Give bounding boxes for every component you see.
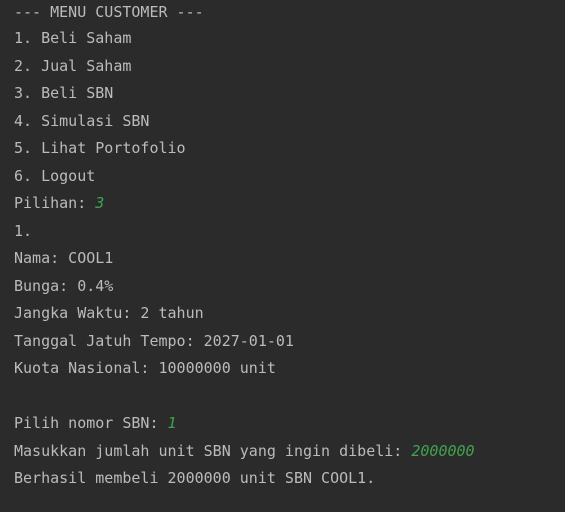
sbn-quota: Kuota Nasional: 10000000 unit	[14, 359, 276, 377]
menu-item-jual-saham: 2. Jual Saham	[14, 56, 132, 75]
units-line: Masukkan jumlah unit SBN yang ingin dibe…	[14, 438, 565, 466]
sbn-select-line: Pilih nomor SBN: 1	[14, 410, 565, 438]
menu-header: --- MENU CUSTOMER ---	[14, 3, 204, 21]
choice-prompt: Pilihan:	[14, 194, 96, 212]
sbn-name: Nama: COOL1	[14, 249, 114, 267]
sbn-term: Jangka Waktu: 2 tahun	[14, 304, 204, 322]
console-output[interactable]: --- MENU CUSTOMER --- 1. Beli Saham 2. J…	[0, 0, 565, 512]
sbn-select-input-value: 1	[167, 414, 177, 432]
sbn-select-prompt: Pilih nomor SBN:	[14, 414, 168, 432]
menu-item-lihat-portofolio: 5. Lihat Portofolio	[14, 139, 186, 157]
menu-item-beli-saham: 1. Beli Saham	[14, 29, 132, 47]
choice-input-value: 3	[95, 194, 105, 212]
sbn-maturity: Tanggal Jatuh Tempo: 2027-01-01	[14, 331, 294, 350]
sbn-index: 1.	[14, 221, 33, 240]
menu-item-simulasi-sbn: 4. Simulasi SBN	[14, 111, 150, 130]
sbn-rate: Bunga: 0.4%	[14, 276, 114, 295]
result-message: Berhasil membeli 2000000 unit SBN COOL1.	[14, 469, 376, 487]
units-input-value: 2000000	[411, 441, 475, 460]
menu-item-logout: 6. Logout	[14, 166, 96, 185]
menu-item-beli-sbn: 3. Beli SBN	[14, 84, 114, 102]
choice-line: Pilihan: 3	[14, 190, 565, 218]
units-prompt: Masukkan jumlah unit SBN yang ingin dibe…	[14, 441, 412, 460]
